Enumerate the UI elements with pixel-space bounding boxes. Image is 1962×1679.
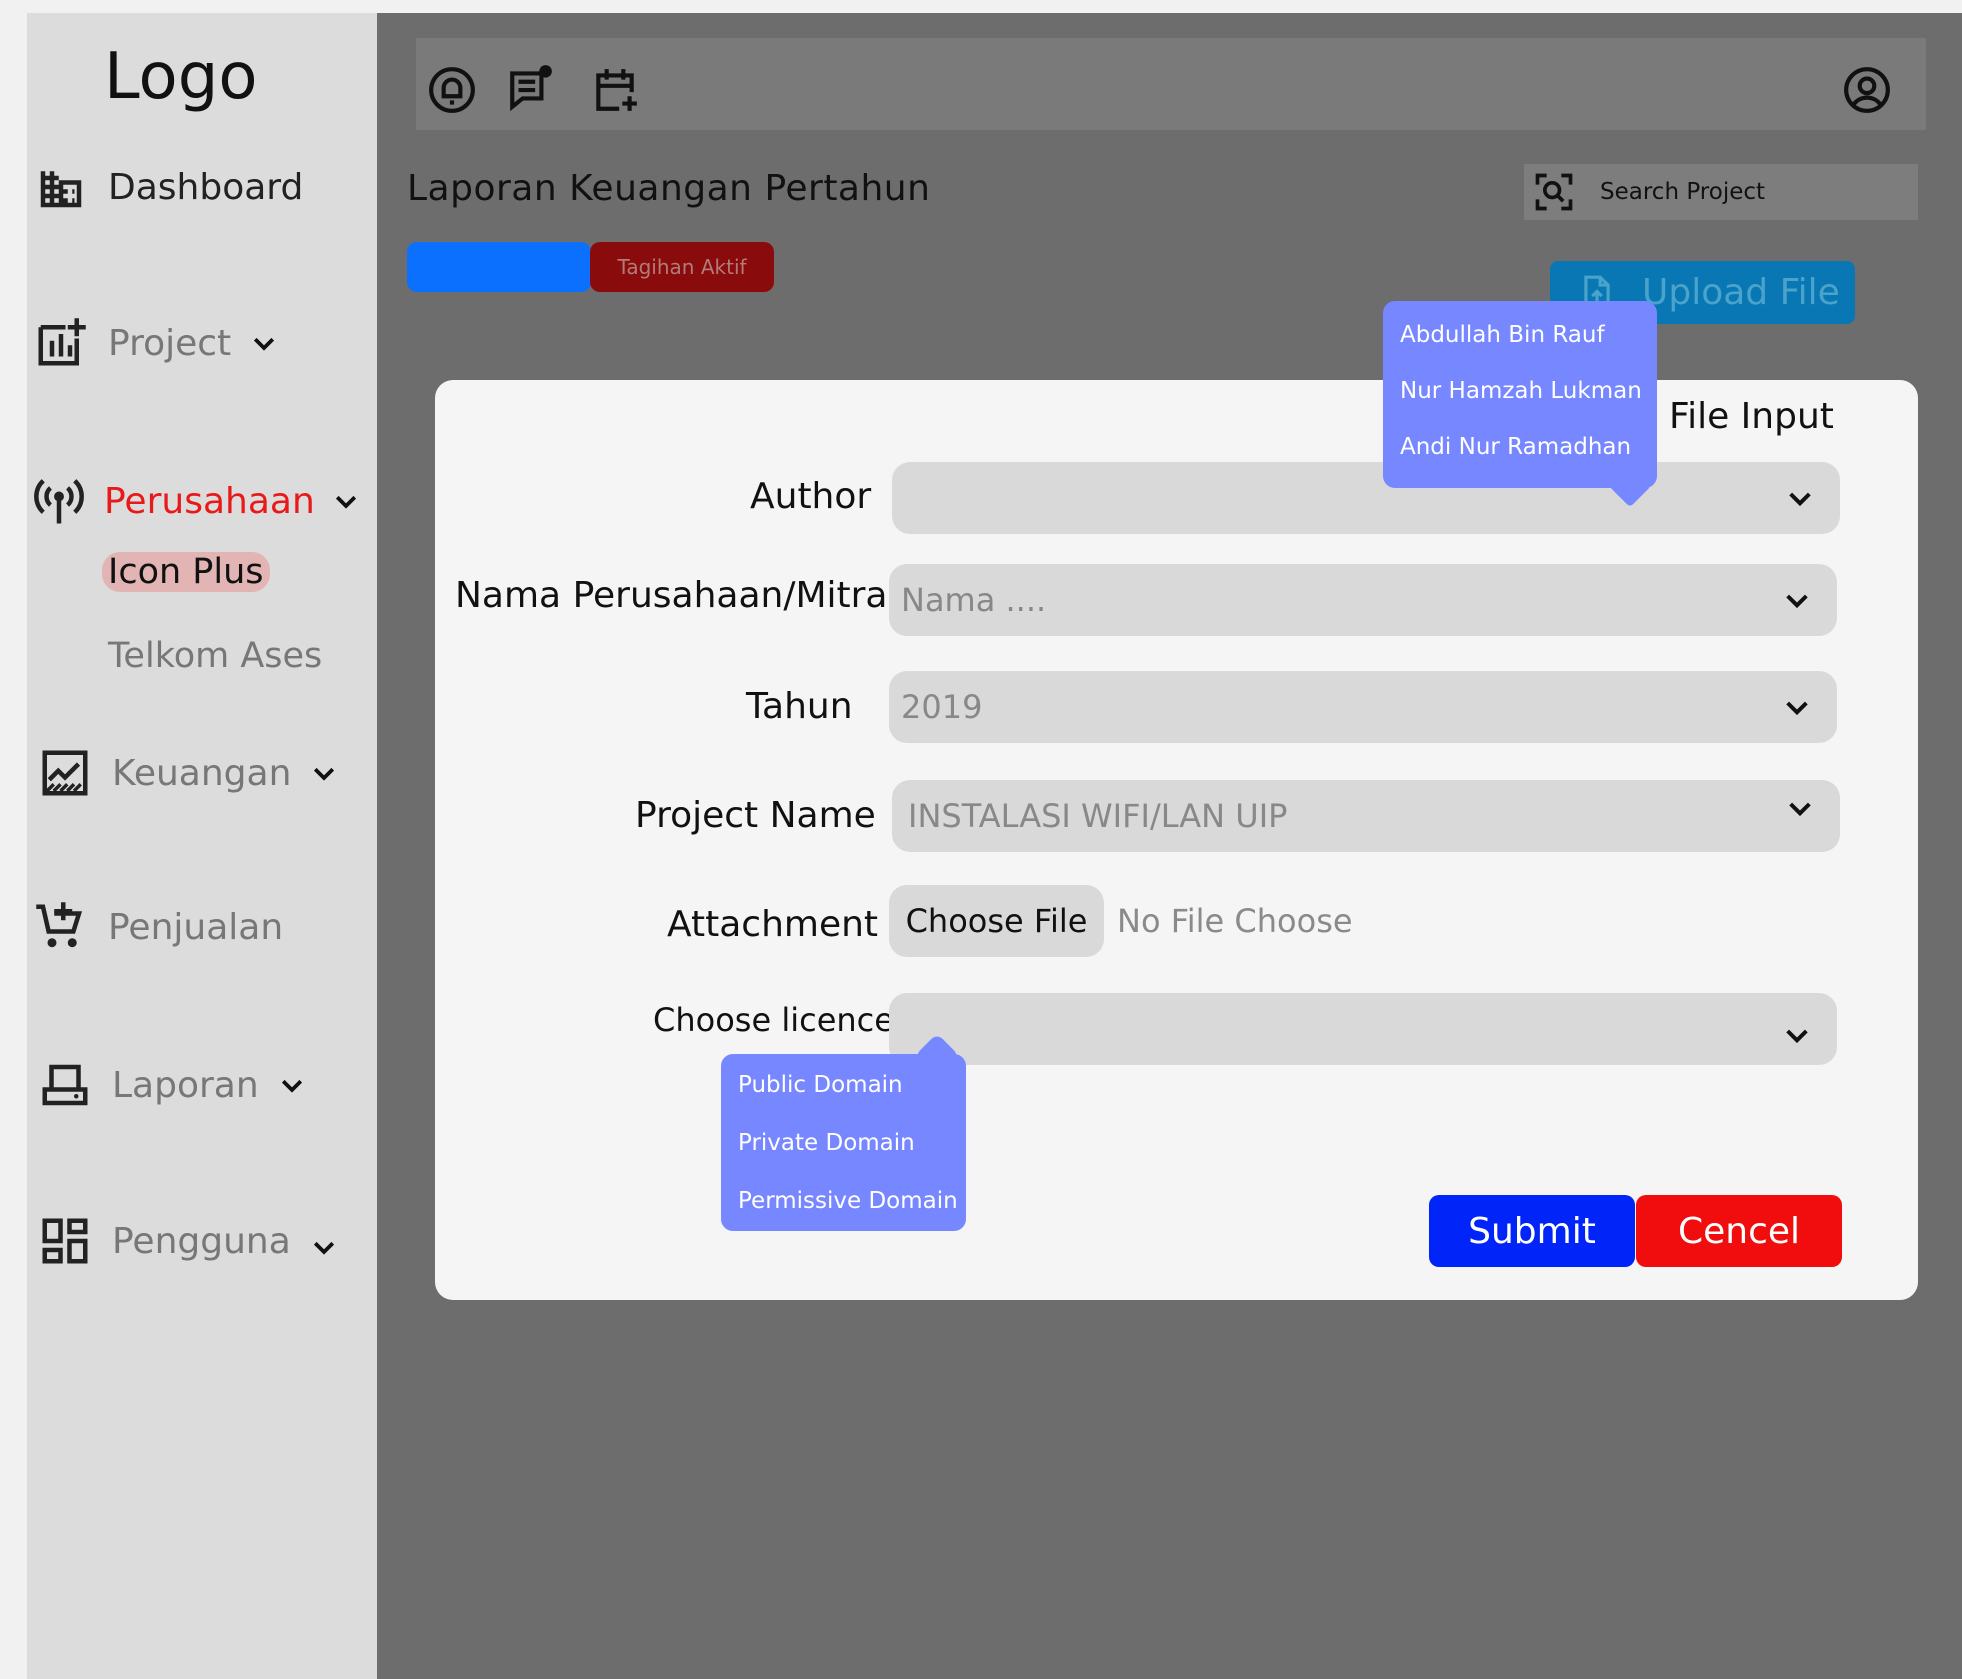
dashboard-grid-icon [36,1212,94,1270]
trend-chart-icon [36,744,94,802]
modal-title: File Input [1669,396,1834,437]
author-option[interactable]: Nur Hamzah Lukman [1400,378,1642,404]
chat-icon[interactable] [506,63,556,113]
company-label: Nama Perusahaan/Mitra [455,575,888,616]
chevron-down-icon [1789,492,1811,507]
calendar-add-icon[interactable] [590,65,640,115]
building-icon [32,158,90,216]
author-dropdown: Abdullah Bin Rauf Nur Hamzah Lukman Andi… [1383,301,1657,488]
logo: Logo [104,40,258,114]
project-name-label: Project Name [635,795,876,836]
sidebar [27,13,377,1679]
sidebar-item-project[interactable]: Project [32,314,279,372]
sidebar-subitem-icon-plus[interactable]: Icon Plus [102,552,270,592]
attachment-label: Attachment [667,904,879,945]
no-file-status: No File Choose [1117,902,1353,940]
chart-plus-icon [32,314,90,372]
licence-label: Choose licence [653,1001,894,1039]
chevron-down-icon [1786,701,1808,716]
sidebar-item-laporan[interactable]: Laporan [36,1056,307,1114]
year-select[interactable]: 2019 [889,671,1837,743]
year-label: Tahun [746,686,853,727]
cart-plus-icon [32,898,90,956]
author-option[interactable]: Abdullah Bin Rauf [1400,322,1605,348]
sidebar-item-keuangan[interactable]: Keuangan [36,744,339,802]
sidebar-item-label: Penjualan [108,906,284,948]
chevron-down-icon [314,767,335,781]
sidebar-item-dashboard[interactable]: Dashboard [32,158,303,216]
licence-option[interactable]: Private Domain [738,1130,915,1156]
laptop-icon [36,1056,94,1114]
author-option[interactable]: Andi Nur Ramadhan [1400,434,1631,460]
author-select[interactable] [892,462,1840,534]
page-title: Laporan Keuangan Pertahun [407,168,931,209]
sidebar-item-label: Pengguna [112,1220,291,1262]
sidebar-item-label: Perusahaan [104,480,315,522]
choose-file-button[interactable]: Choose File [889,885,1104,957]
chevron-down-icon [313,1241,334,1255]
chevron-down-icon [335,495,356,509]
licence-option[interactable]: Permissive Domain [738,1188,958,1214]
bell-icon[interactable] [427,65,477,115]
tab-blue[interactable] [407,242,591,292]
licence-dropdown: Public Domain Private Domain Permissive … [721,1054,966,1231]
antenna-icon [30,472,88,530]
sidebar-item-label: Dashboard [108,166,304,208]
sidebar-item-penjualan[interactable]: Penjualan [32,898,283,956]
search-icon [1535,173,1573,211]
sidebar-item-pengguna[interactable]: Pengguna [36,1212,339,1270]
search-placeholder: Search Project [1600,179,1766,205]
project-name-value: INSTALASI WIFI/LAN UIP [908,797,1288,835]
chevron-down-icon [1786,594,1808,609]
upload-file-label: Upload File [1642,272,1840,313]
licence-select[interactable] [889,993,1837,1065]
top-toolbar [416,38,1926,130]
licence-option[interactable]: Public Domain [738,1072,903,1098]
search-input[interactable]: Search Project [1524,164,1918,220]
sidebar-item-label: Keuangan [112,752,292,794]
tab-tagihan-aktif[interactable]: Tagihan Aktif [590,242,774,292]
user-icon[interactable] [1842,65,1892,115]
year-value: 2019 [901,688,983,726]
sidebar-item-perusahaan[interactable]: Perusahaan [30,472,361,530]
sidebar-subitem-telkom-ases[interactable]: Telkom Ases [108,636,322,676]
chevron-down-icon [1789,802,1811,817]
sidebar-item-label: Laporan [112,1064,259,1106]
chevron-down-icon [1786,1029,1808,1044]
submit-button[interactable]: Submit [1429,1195,1635,1267]
sidebar-item-label: Project [108,322,232,364]
cancel-button[interactable]: Cencel [1636,1195,1842,1267]
company-value: Nama .... [901,581,1047,619]
company-select[interactable]: Nama .... [889,564,1837,636]
project-name-select[interactable]: INSTALASI WIFI/LAN UIP [892,780,1840,852]
chevron-down-icon [254,337,275,351]
author-label: Author [750,476,872,517]
chevron-down-icon [281,1079,302,1093]
